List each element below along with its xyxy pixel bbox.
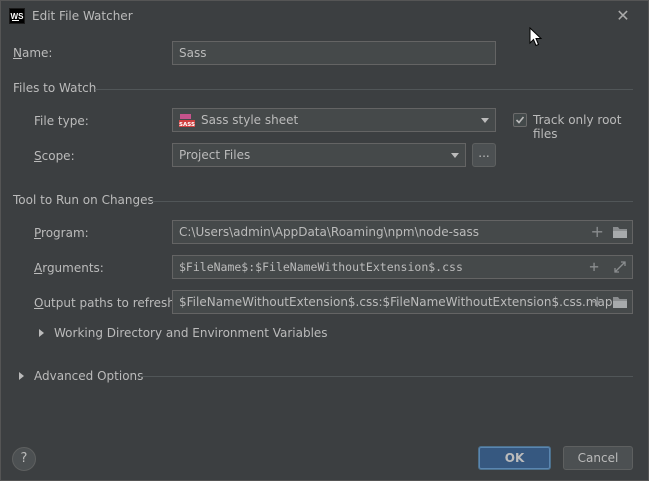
file-type-value: Sass style sheet: [201, 113, 299, 127]
program-input[interactable]: C:\Users\admin\AppData\Roaming\npm\node-…: [172, 220, 633, 244]
name-input[interactable]: Sass: [172, 41, 496, 65]
program-field-actions: +: [586, 224, 628, 240]
file-type-label: File type:: [34, 114, 89, 128]
ok-button[interactable]: OK: [478, 446, 551, 470]
arguments-field-actions: +: [583, 259, 628, 275]
folder-icon[interactable]: [612, 294, 628, 313]
edit-file-watcher-dialog: WS Edit File Watcher ✕ Name: Sass Files …: [0, 0, 649, 481]
mouse-cursor-icon: [529, 26, 543, 50]
scope-browse-button[interactable]: ...: [472, 143, 496, 167]
files-to-watch-title: Files to Watch: [13, 81, 97, 95]
dialog-title: Edit File Watcher: [32, 9, 133, 23]
close-icon[interactable]: ✕: [613, 6, 633, 26]
program-value: C:\Users\admin\AppData\Roaming\npm\node-…: [179, 225, 480, 239]
plus-icon[interactable]: +: [590, 224, 604, 240]
track-only-root-checkbox[interactable]: [513, 113, 527, 127]
output-paths-input[interactable]: $FileNameWithoutExtension$.css:$FileName…: [172, 290, 633, 314]
working-directory-toggle[interactable]: Working Directory and Environment Variab…: [54, 326, 328, 340]
ok-button-label: OK: [504, 451, 525, 465]
chevron-down-icon: [451, 153, 459, 158]
cancel-button[interactable]: Cancel: [563, 446, 633, 470]
section-divider: [140, 376, 633, 377]
webstorm-logo-icon: WS: [9, 8, 25, 24]
arguments-value: $FileName$:$FileNameWithoutExtension$.cs…: [179, 260, 463, 274]
help-button[interactable]: ?: [12, 447, 36, 471]
file-type-dropdown[interactable]: SASS Sass style sheet: [172, 108, 496, 132]
expand-arrow-icon[interactable]: [19, 372, 24, 380]
track-only-root-label: Track only root files: [533, 113, 622, 141]
expand-arrow-icon[interactable]: [39, 329, 44, 337]
scope-dropdown[interactable]: Project Files: [172, 143, 466, 167]
chevron-down-icon: [481, 118, 489, 123]
output-field-actions: +: [586, 294, 628, 310]
checkmark-icon: [515, 116, 525, 124]
scope-label: Scope:: [34, 149, 75, 163]
folder-icon[interactable]: [612, 224, 628, 243]
title-bar: WS Edit File Watcher ✕: [1, 1, 648, 31]
tool-section-title: Tool to Run on Changes: [13, 193, 154, 207]
plus-icon[interactable]: +: [587, 259, 601, 275]
svg-text:SASS: SASS: [179, 122, 195, 128]
sass-file-icon: SASS: [179, 113, 195, 128]
section-divider: [149, 201, 633, 202]
program-label: Program:: [34, 226, 89, 240]
output-paths-label: Output paths to refresh:: [34, 296, 179, 310]
name-label: Name:: [13, 46, 53, 60]
section-divider: [95, 89, 633, 90]
arguments-input[interactable]: $FileName$:$FileNameWithoutExtension$.cs…: [172, 255, 633, 279]
output-paths-value: $FileNameWithoutExtension$.css:$FileName…: [179, 295, 613, 309]
expand-icon[interactable]: [612, 259, 628, 278]
scope-value: Project Files: [179, 148, 251, 162]
plus-icon[interactable]: +: [590, 294, 604, 310]
advanced-options-toggle[interactable]: Advanced Options: [34, 369, 143, 383]
arguments-label: Arguments:: [34, 261, 104, 275]
